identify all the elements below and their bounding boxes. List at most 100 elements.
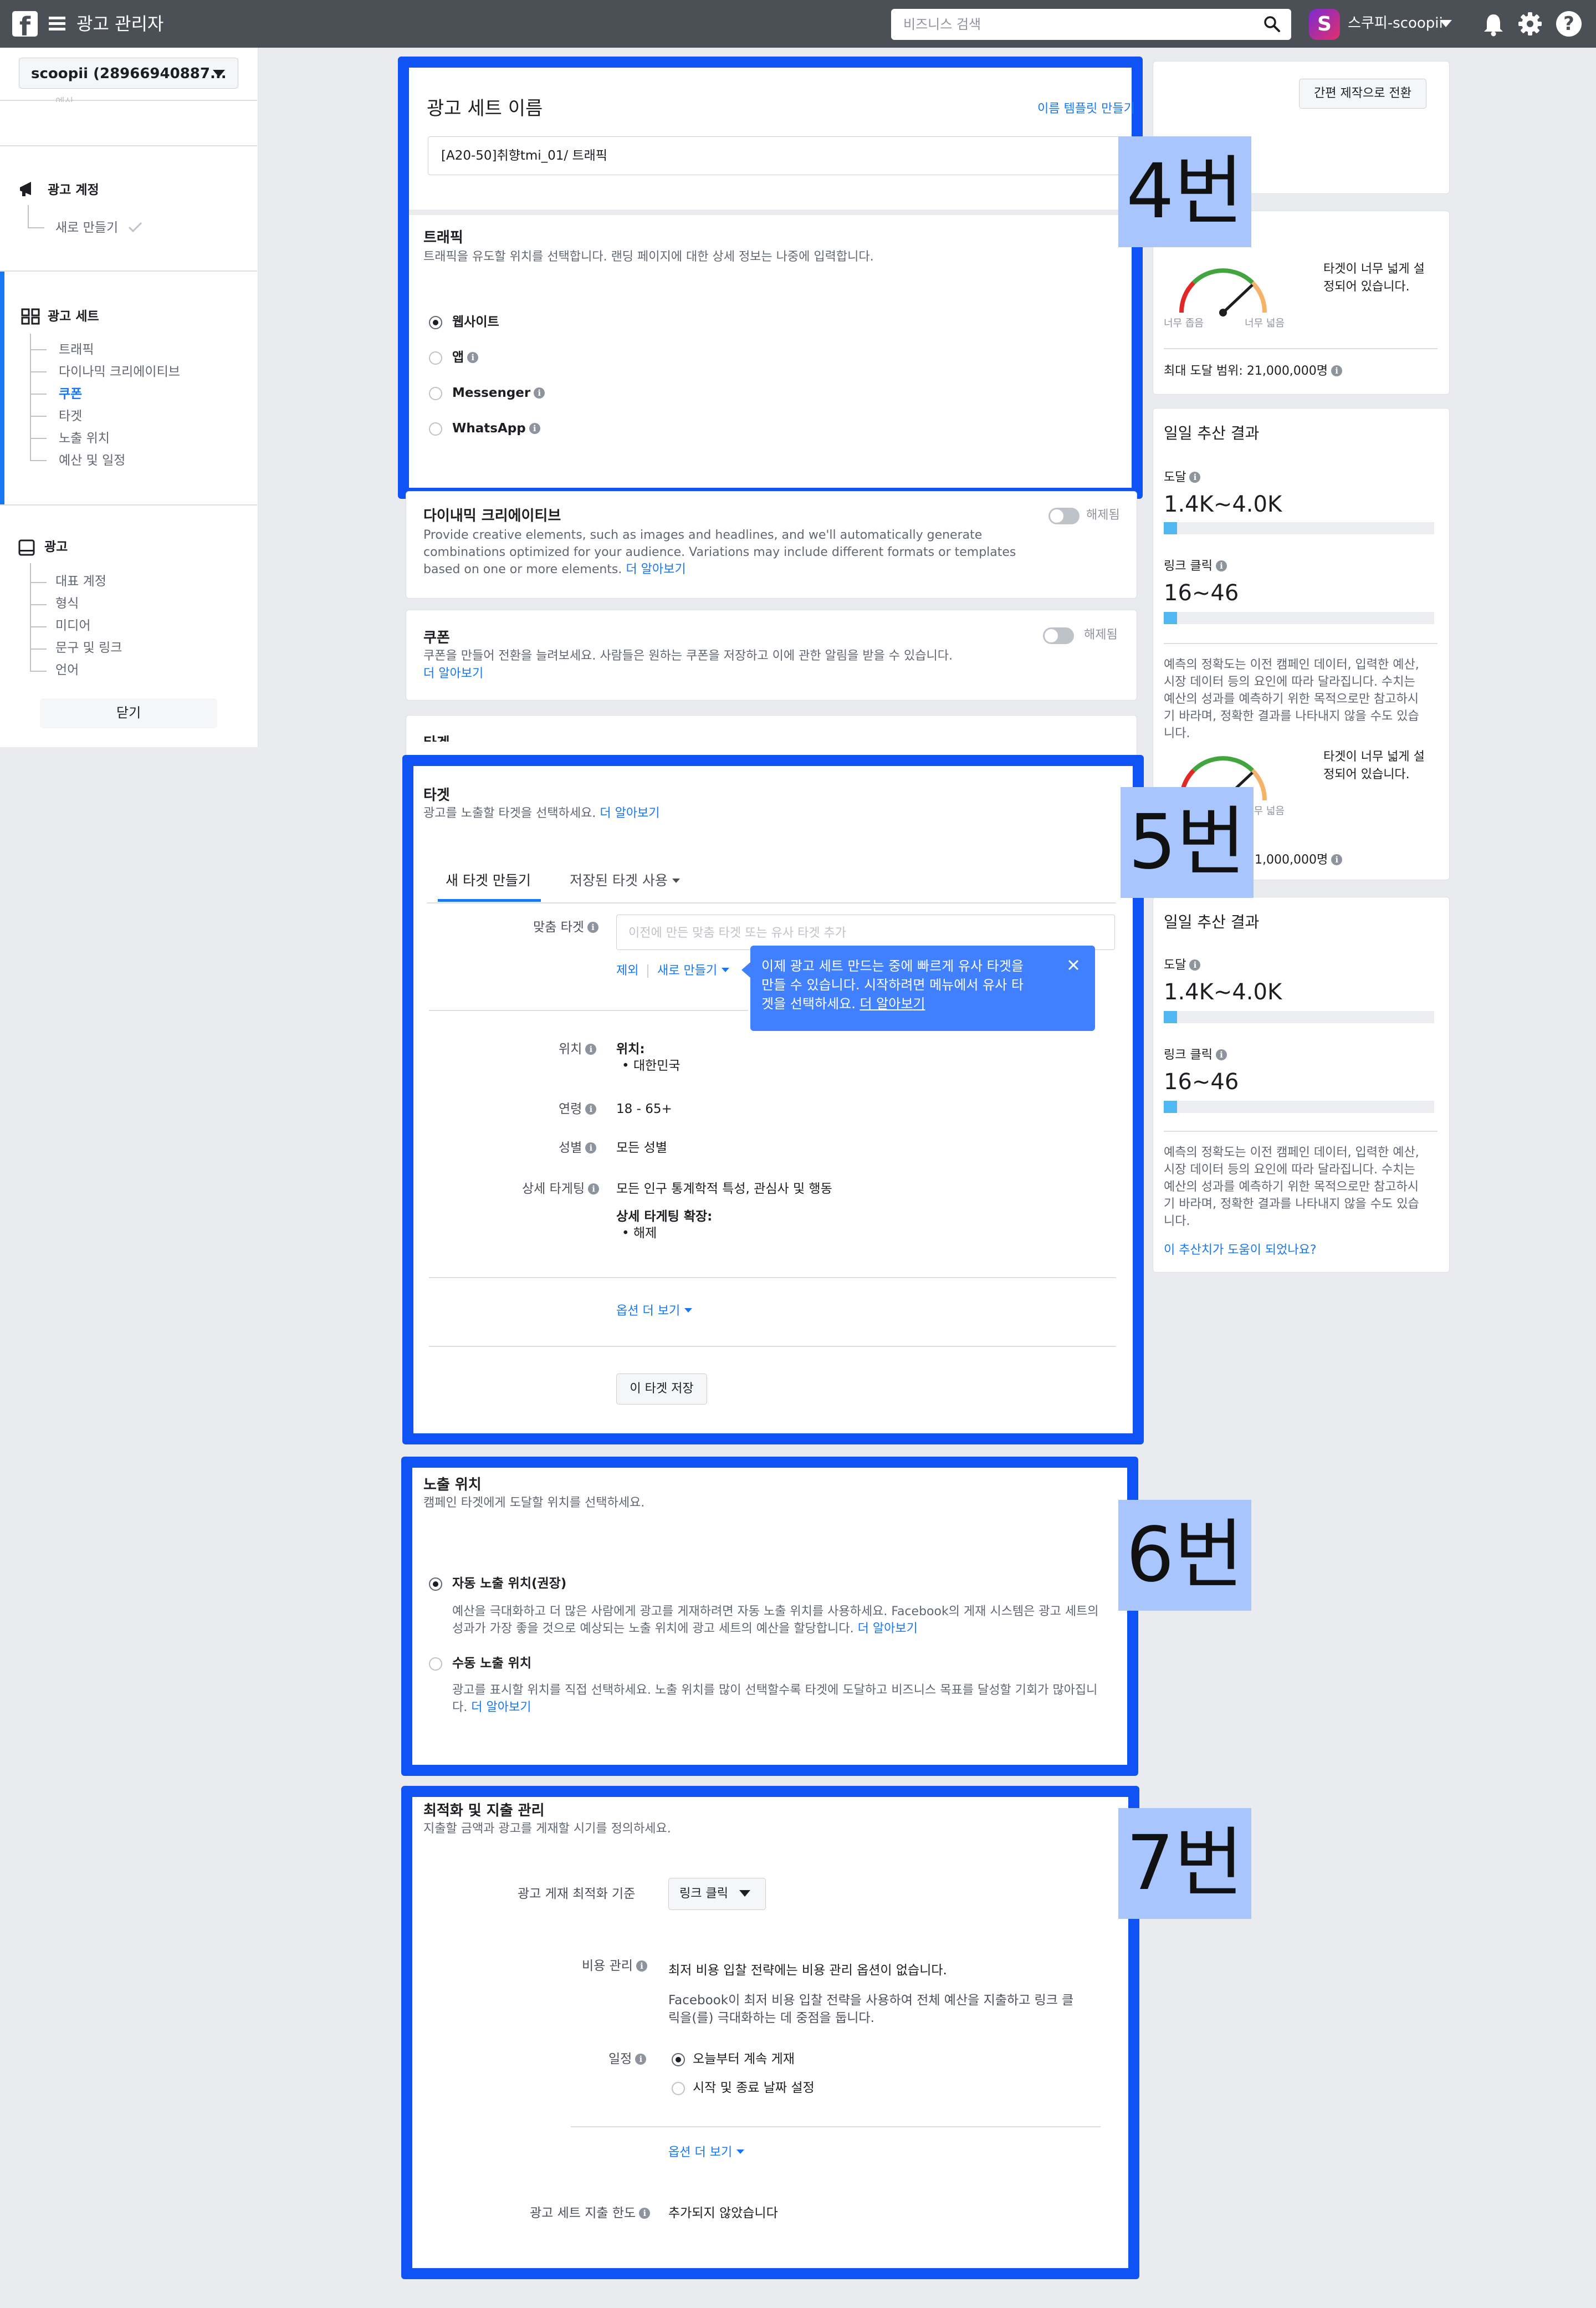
radio-run-continuously[interactable] <box>672 2053 685 2066</box>
divider <box>429 1346 1116 1347</box>
divider <box>571 2126 1101 2127</box>
search-icon[interactable] <box>1262 14 1281 33</box>
tab-new-audience[interactable]: 새 타겟 만들기 <box>446 871 531 890</box>
audience-desc: 광고를 노출할 타겟을 선택하세요. 더 알아보기 <box>423 805 660 822</box>
tree-line <box>30 582 47 583</box>
bell-icon[interactable] <box>1482 12 1505 37</box>
info-icon[interactable]: i <box>1189 472 1201 483</box>
sidebar-item-new[interactable]: 새로 만들기 <box>55 219 118 236</box>
accuracy-line5: 니다. <box>1164 1214 1190 1228</box>
ad-icon <box>18 539 35 556</box>
more-options-link[interactable]: 옵션 더 보기 <box>668 2144 745 2161</box>
radio-messenger[interactable] <box>429 387 442 400</box>
info-icon[interactable]: i <box>1331 854 1343 865</box>
sidebar-item-dynamic-creative[interactable]: 다이나믹 크리에이티브 <box>59 364 180 380</box>
tooltip-line3: 겟을 선택하세요. 더 알아보기 <box>761 994 925 1013</box>
sidebar-item-coupon[interactable]: 쿠폰 <box>59 386 82 402</box>
create-new-dropdown[interactable]: 새로 만들기 <box>657 962 730 979</box>
sidebar-item-placements[interactable]: 노출 위치 <box>59 430 110 447</box>
option-whatsapp[interactable]: WhatsApp i <box>452 420 540 437</box>
info-icon[interactable]: i <box>585 1142 597 1153</box>
sidebar-item-media[interactable]: 미디어 <box>55 617 90 634</box>
sidebar-item-audience[interactable]: 타겟 <box>59 408 82 425</box>
schedule-option-continuous[interactable]: 오늘부터 계속 게재 <box>693 2051 795 2067</box>
info-icon[interactable]: i <box>534 387 545 399</box>
info-icon[interactable]: i <box>1215 560 1227 571</box>
placements-title: 노출 위치 <box>423 1477 482 1493</box>
sidebar-item-text-link[interactable]: 문구 및 링크 <box>55 640 122 656</box>
learn-more-link[interactable]: 더 알아보기 <box>858 1622 918 1636</box>
tree-line <box>30 438 47 439</box>
reach-label: 도달 i <box>1164 957 1201 974</box>
close-button-label: 닫기 <box>116 705 141 721</box>
chevron-down-icon[interactable] <box>213 70 225 77</box>
learn-more-link[interactable]: 더 알아보기 <box>626 563 686 576</box>
option-whatsapp-label: WhatsApp <box>452 421 526 436</box>
info-icon[interactable]: i <box>1189 959 1201 971</box>
sidebar-adset-title[interactable]: 광고 세트 <box>48 308 99 325</box>
option-app[interactable]: 앱i <box>452 349 479 366</box>
facebook-logo-icon[interactable]: f <box>12 11 38 37</box>
exclude-link[interactable]: 제외 <box>616 962 638 979</box>
info-icon[interactable]: i <box>587 922 598 933</box>
option-messenger[interactable]: Messenger i <box>452 385 545 401</box>
annotation-tag-6: 6번 <box>1118 1500 1251 1611</box>
learn-more-link[interactable]: 더 알아보기 <box>471 1701 531 1714</box>
estimate-feedback-link[interactable]: 이 추산치가 도움이 되었나요? <box>1164 1242 1317 1259</box>
tooltip-learn-more-link[interactable]: 더 알아보기 <box>860 996 925 1012</box>
info-icon[interactable]: i <box>639 2208 651 2219</box>
coupon-title: 쿠폰 <box>423 630 450 646</box>
learn-more-link[interactable]: 더 알아보기 <box>600 806 659 820</box>
sidebar-ad-title[interactable]: 광고 <box>44 539 68 555</box>
auto-placement-title[interactable]: 자동 노출 위치(권장) <box>452 1575 566 1592</box>
chevron-down-icon[interactable] <box>739 1890 750 1897</box>
accuracy-line2: 시장 데이터 등의 요인에 따라 달라집니다. 수치는 <box>1164 675 1415 689</box>
cost-control-label-text: 비용 관리 <box>582 1959 633 1973</box>
info-icon[interactable]: i <box>635 2054 647 2065</box>
gear-icon[interactable] <box>1517 11 1543 37</box>
info-icon[interactable]: i <box>1331 365 1343 376</box>
sidebar-item-budget[interactable]: 예산 및 일정 <box>59 452 125 469</box>
radio-app[interactable] <box>429 351 442 365</box>
radio-auto-placement[interactable] <box>429 1577 442 1591</box>
save-audience-button[interactable]: 이 타겟 저장 <box>616 1373 707 1405</box>
chevron-down-icon <box>672 879 680 883</box>
radio-manual-placement[interactable] <box>429 1657 442 1671</box>
info-icon[interactable]: i <box>636 1960 647 1972</box>
sidebar-item-format[interactable]: 형식 <box>55 595 79 612</box>
sidebar-item-language[interactable]: 언어 <box>55 662 79 678</box>
tab-saved-audience[interactable]: 저장된 타겟 사용 <box>570 871 680 890</box>
schedule-option-dates[interactable]: 시작 및 종료 날짜 설정 <box>693 2080 815 2096</box>
user-name[interactable]: 스쿠피-scoopii <box>1348 13 1443 33</box>
sidebar-clipped-item: 예산 <box>55 94 74 102</box>
audience-title: 타겟 <box>423 787 450 804</box>
help-icon[interactable]: ? <box>1556 11 1582 37</box>
more-options-link[interactable]: 옵션 더 보기 <box>616 1303 693 1320</box>
sidebar-campaign-title[interactable]: 광고 계정 <box>48 182 99 198</box>
info-icon[interactable]: i <box>585 1044 597 1055</box>
sidebar-item-traffic[interactable]: 트래픽 <box>59 341 94 358</box>
name-template-link[interactable]: 이름 템플릿 만들기 <box>1037 101 1135 118</box>
dynamic-creative-desc2: combinations optimized for your audience… <box>423 545 1016 559</box>
avatar[interactable]: S <box>1309 9 1340 40</box>
sidebar-item-identity[interactable]: 대표 계정 <box>55 573 106 590</box>
info-icon[interactable]: i <box>529 423 540 434</box>
chevron-down-icon[interactable] <box>1440 20 1452 27</box>
dynamic-creative-toggle[interactable] <box>1048 508 1080 524</box>
reach-label-text: 도달 <box>1164 958 1186 972</box>
radio-whatsapp[interactable] <box>429 422 442 436</box>
switch-to-guided-button[interactable]: 간편 제작으로 전환 <box>1299 79 1426 109</box>
menu-icon[interactable] <box>49 17 65 31</box>
info-icon[interactable]: i <box>467 352 479 363</box>
more-options-label: 옵션 더 보기 <box>616 1304 681 1318</box>
info-icon[interactable]: i <box>588 1183 600 1194</box>
radio-set-dates[interactable] <box>672 2082 685 2095</box>
info-icon[interactable]: i <box>585 1104 597 1115</box>
close-icon[interactable] <box>1067 959 1080 971</box>
coupon-toggle[interactable] <box>1043 627 1074 644</box>
manual-placement-title[interactable]: 수동 노출 위치 <box>452 1655 531 1672</box>
learn-more-link[interactable]: 더 알아보기 <box>423 665 483 682</box>
info-icon[interactable]: i <box>1215 1049 1227 1060</box>
radio-website[interactable] <box>429 316 442 329</box>
option-website[interactable]: 웹사이트 <box>452 314 499 330</box>
